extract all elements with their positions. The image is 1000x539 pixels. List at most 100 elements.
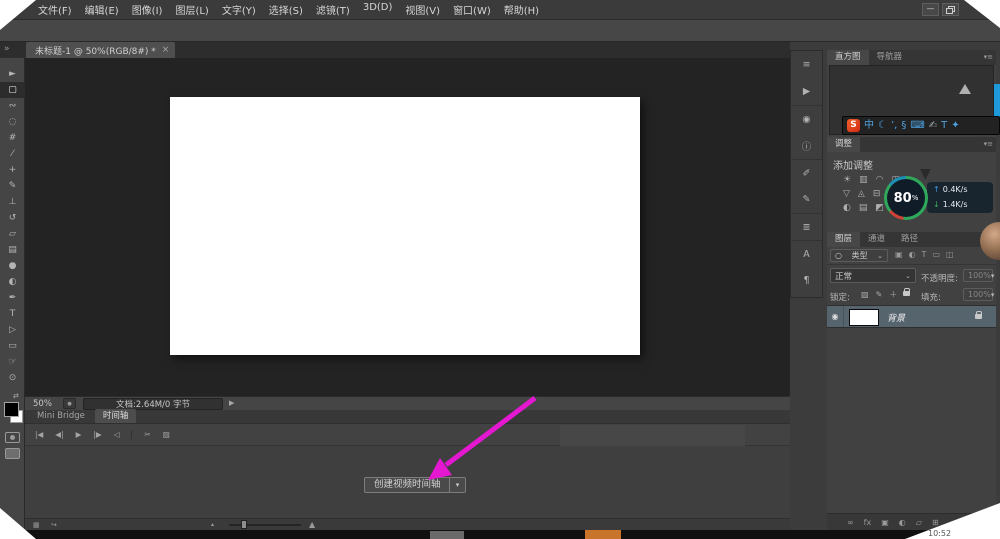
lock-all-icon[interactable] <box>903 288 910 296</box>
handwriting-icon[interactable]: ✍ <box>929 116 937 135</box>
info-panel-icon[interactable]: ⓘ <box>791 132 822 159</box>
adj-curves-icon[interactable]: ◠ <box>876 175 884 185</box>
tab-mini-bridge[interactable]: Mini Bridge <box>29 409 93 423</box>
status-icon[interactable]: ● <box>63 398 76 409</box>
monitor-collapse-icon[interactable]: ▼ <box>920 166 931 182</box>
character-panel-icon[interactable]: A <box>791 240 822 267</box>
net-speed-pill[interactable]: ↑ 0.4K/s ↓ 1.4K/s <box>927 182 993 213</box>
paragraph-panel-icon[interactable]: ¶ <box>791 267 822 294</box>
filter-adjustment-layers-icon[interactable]: ◐ <box>909 250 916 259</box>
tab-navigator[interactable]: 导航器 <box>869 50 911 65</box>
restore-button[interactable] <box>942 3 959 16</box>
tab-layers[interactable]: 图层 <box>827 232 861 247</box>
punctuation-icon[interactable]: ’, <box>891 116 897 135</box>
minimize-button[interactable]: — <box>922 3 939 16</box>
split-clip-button[interactable]: ✂ <box>131 430 151 439</box>
menu-edit[interactable]: 编辑(E) <box>85 2 119 17</box>
menu-view[interactable]: 视图(V) <box>405 2 440 17</box>
brush-presets-panel-icon[interactable]: ✎ <box>791 186 822 213</box>
zoom-out-icon[interactable]: ▴ <box>211 521 214 528</box>
panel-menu-icon[interactable]: ▾≡ <box>984 53 993 61</box>
filter-shape-layers-icon[interactable]: ▭ <box>932 250 940 259</box>
adj-color-balance-icon[interactable]: ⊟ <box>873 189 881 199</box>
foreground-color-swatch[interactable] <box>4 402 19 417</box>
blur-tool[interactable]: ● <box>0 258 25 274</box>
menu-select[interactable]: 选择(S) <box>269 2 303 17</box>
visibility-eye-icon[interactable]: ◉ <box>827 306 844 327</box>
lock-transparency-icon[interactable]: ▨ <box>861 290 869 299</box>
eraser-tool[interactable]: ▱ <box>0 226 25 242</box>
histogram-alert-icon[interactable] <box>959 84 971 94</box>
soft-keyboard-icon[interactable]: ⌨ <box>910 116 924 135</box>
mic-icon[interactable]: § <box>901 116 906 135</box>
menu-window[interactable]: 窗口(W) <box>453 2 491 17</box>
shortcut-icon[interactable]: ↪ <box>51 521 57 529</box>
zoom-slider-handle[interactable] <box>241 520 247 529</box>
rectangular-marquee-tool[interactable]: ▢ <box>0 82 25 98</box>
layer-thumbnail[interactable] <box>849 309 879 326</box>
adj-hue-saturation-icon[interactable]: ◬ <box>858 189 865 199</box>
layer-comps-panel-icon[interactable]: ≣ <box>791 213 822 240</box>
adj-levels-icon[interactable]: ▥ <box>859 175 868 185</box>
adj-threshold-icon[interactable]: ◩ <box>875 203 884 213</box>
dodge-tool[interactable]: ◐ <box>0 274 25 290</box>
layer-row-background[interactable]: ◉ 背景 <box>827 305 996 328</box>
skin-icon[interactable]: T <box>941 116 947 135</box>
tab-paths[interactable]: 路径 <box>893 232 926 247</box>
new-layer-icon[interactable]: ⊞ <box>932 518 939 527</box>
prev-frame-button[interactable]: ◀| <box>55 430 63 439</box>
layer-filter-select[interactable]: ○ 类型 ⌄ <box>830 249 888 262</box>
hand-tool[interactable]: ☞ <box>0 354 25 370</box>
document-canvas[interactable] <box>170 97 640 355</box>
canvas-area[interactable] <box>25 58 790 396</box>
adj-posterize-icon[interactable]: ▤ <box>859 203 868 213</box>
tab-timeline[interactable]: 时间轴 <box>94 409 137 423</box>
clone-stamp-tool[interactable]: ⊥ <box>0 194 25 210</box>
first-frame-button[interactable]: |◀ <box>35 430 43 439</box>
history-panel-icon[interactable]: ≡ <box>791 51 822 78</box>
menu-file[interactable]: 文件(F) <box>38 2 72 17</box>
new-group-icon[interactable]: ▱ <box>916 518 922 527</box>
add-layer-mask-icon[interactable]: ▣ <box>881 518 889 527</box>
path-selection-tool[interactable]: ▷ <box>0 322 25 338</box>
lock-pixels-icon[interactable]: ✎ <box>876 290 883 299</box>
screen-mode-icon[interactable] <box>5 448 20 459</box>
link-layers-icon[interactable]: ∞ <box>847 518 854 527</box>
quick-mask-icon[interactable] <box>5 432 20 443</box>
document-tab[interactable]: 未标题-1 @ 50%(RGB/8#) * × <box>26 42 176 58</box>
zoom-in-icon[interactable]: ▲ <box>309 520 315 529</box>
close-icon[interactable]: × <box>162 45 170 55</box>
taskbar-item[interactable] <box>430 531 464 539</box>
mute-button[interactable]: ◁ <box>114 430 120 439</box>
quick-selection-tool[interactable]: ◌ <box>0 114 25 130</box>
lasso-tool[interactable]: ∾ <box>0 98 25 114</box>
timeline-zoom-slider[interactable] <box>229 524 301 526</box>
sogou-logo[interactable]: S <box>847 119 860 132</box>
healing-brush-tool[interactable]: + <box>0 162 25 178</box>
filter-pixel-layers-icon[interactable]: ▣ <box>895 250 903 259</box>
menu-layer[interactable]: 图层(L) <box>175 2 208 17</box>
net-speed-ball[interactable]: 80% <box>884 176 928 220</box>
menu-type[interactable]: 文字(Y) <box>222 2 256 17</box>
menu-filter[interactable]: 滤镜(T) <box>316 2 350 17</box>
halfwidth-moon-icon[interactable]: ☾ <box>878 116 887 135</box>
menu-3d[interactable]: 3D(D) <box>363 2 393 17</box>
swap-colors-icon[interactable]: ⇄ <box>13 392 19 400</box>
transition-button[interactable]: ▨ <box>163 430 170 439</box>
frame-rate-icon[interactable]: ▦ <box>33 521 40 529</box>
next-frame-button[interactable]: |▶ <box>93 430 101 439</box>
toolbox-icon[interactable]: ✦ <box>951 116 959 135</box>
play-button[interactable]: ▶ <box>76 430 82 439</box>
menu-help[interactable]: 帮助(H) <box>504 2 539 17</box>
new-adjustment-layer-icon[interactable]: ◐ <box>899 518 906 527</box>
adj-invert-icon[interactable]: ◐ <box>843 203 851 213</box>
move-tool[interactable]: ► <box>0 66 25 82</box>
history-brush-tool[interactable]: ↺ <box>0 210 25 226</box>
filter-type-layers-icon[interactable]: T <box>922 250 927 259</box>
eyedropper-tool[interactable]: ⁄ <box>0 146 25 162</box>
clone-source-panel-icon[interactable]: ◉ <box>791 105 822 132</box>
taskbar-item-active[interactable] <box>585 530 621 539</box>
actions-panel-icon[interactable]: ▶ <box>791 78 822 105</box>
zoom-level-field[interactable]: 50% <box>33 399 52 409</box>
lock-position-icon[interactable]: ＋ <box>889 289 897 300</box>
